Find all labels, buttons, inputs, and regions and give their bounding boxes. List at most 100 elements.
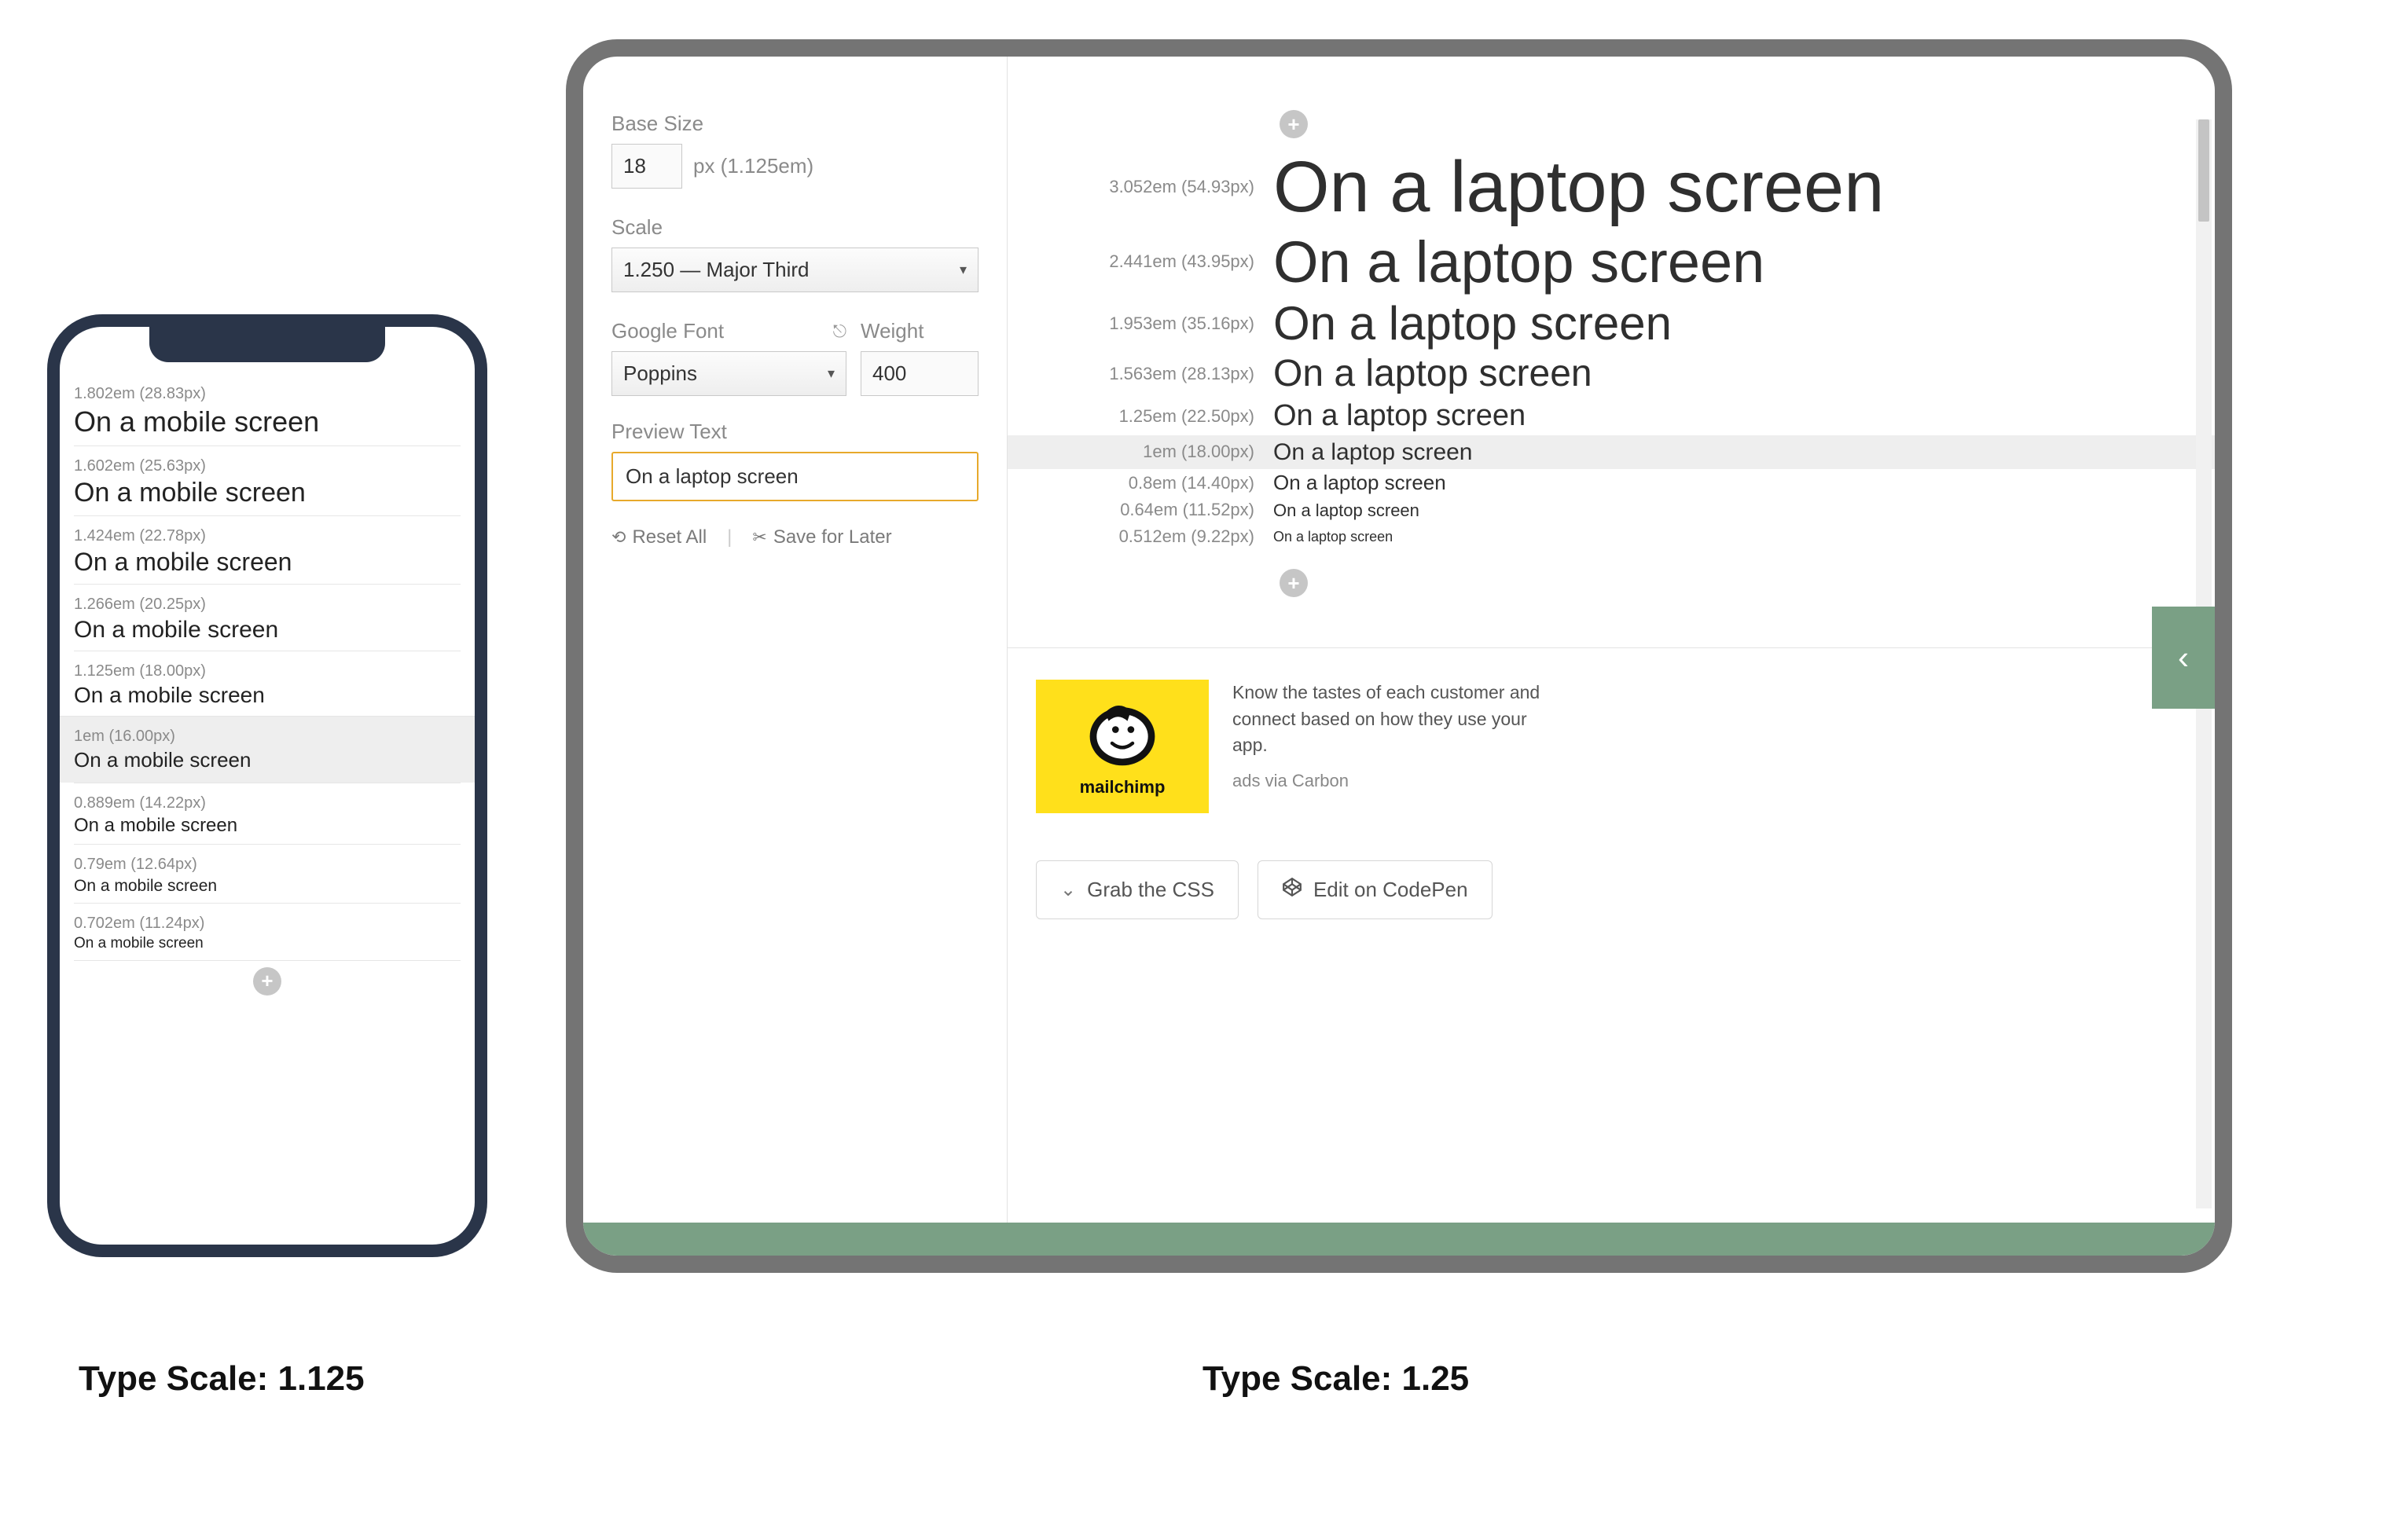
- grab-css-button[interactable]: ⌄ Grab the CSS: [1036, 860, 1239, 919]
- phone-frame: 1.802em (28.83px)On a mobile screen1.602…: [47, 314, 487, 1257]
- type-scale-sample: On a laptop screen: [1273, 232, 1764, 293]
- type-scale-sample: On a mobile screen: [74, 749, 461, 772]
- scale-label: Scale: [611, 215, 979, 240]
- type-scale-meta: 0.79em (12.64px): [74, 856, 461, 874]
- codepen-label: Edit on CodePen: [1313, 878, 1468, 902]
- add-size-below-button[interactable]: +: [74, 960, 461, 1002]
- type-scale-sample: On a laptop screen: [1273, 299, 1672, 348]
- type-scale-meta: 1.563em (28.13px): [1008, 364, 1254, 384]
- type-scale-row: 0.512em (9.22px) On a laptop screen: [1008, 523, 2215, 550]
- type-scale-row: 2.441em (43.95px) On a laptop screen: [1008, 229, 2215, 296]
- collapse-panel-tab[interactable]: ‹: [2152, 607, 2215, 709]
- type-scale-row: 1.125em (18.00px) On a mobile screen: [74, 651, 461, 716]
- weight-input[interactable]: 400: [861, 351, 979, 396]
- type-scale-row: 1.802em (28.83px) On a mobile screen: [74, 374, 461, 446]
- type-scale-rows: 3.052em (54.93px)On a laptop screen2.441…: [1008, 146, 2215, 550]
- type-scale-row: 3.052em (54.93px) On a laptop screen: [1008, 146, 2215, 229]
- save-for-later-button[interactable]: ✂ Save for Later: [752, 526, 891, 548]
- type-scale-meta: 0.512em (9.22px): [1008, 526, 1254, 547]
- type-scale-meta: 0.702em (11.24px): [74, 915, 461, 933]
- add-size-above-button[interactable]: +: [1280, 110, 1308, 138]
- type-scale-sample: On a mobile screen: [74, 406, 461, 438]
- type-scale-sample: On a laptop screen: [1273, 354, 1592, 394]
- type-scale-base-row: 1em (18.00px) On a laptop screen: [1008, 435, 2215, 470]
- base-size-input[interactable]: 18: [611, 144, 682, 189]
- type-scale-sample: On a laptop screen: [1273, 530, 1393, 544]
- controls-sidebar: Base Size 18 px (1.125em) Scale 1.250 — …: [583, 57, 1008, 1256]
- type-scale-meta: 2.441em (43.95px): [1008, 251, 1254, 272]
- chevron-down-icon: ▾: [828, 365, 835, 382]
- google-font-select[interactable]: Poppins ▾: [611, 351, 846, 396]
- preview-text-label: Preview Text: [611, 420, 979, 444]
- type-scale-row: 1.266em (20.25px) On a mobile screen: [74, 584, 461, 651]
- save-later-label: Save for Later: [773, 526, 892, 548]
- edit-on-codepen-button[interactable]: Edit on CodePen: [1258, 860, 1493, 919]
- type-scale-row: 1.25em (22.50px) On a laptop screen: [1008, 398, 2215, 435]
- tablet-caption: Type Scale: 1.25: [1202, 1359, 1469, 1399]
- weight-label: Weight: [861, 319, 979, 343]
- phone-content: 1.802em (28.83px)On a mobile screen1.602…: [60, 374, 475, 1245]
- ad-block[interactable]: mailchimp Know the tastes of each custom…: [1036, 680, 2215, 813]
- type-scale-sample: On a mobile screen: [74, 936, 461, 952]
- type-scale-meta: 1.602em (25.63px): [74, 457, 461, 475]
- bottom-band: [583, 1223, 2215, 1256]
- tablet-frame: Base Size 18 px (1.125em) Scale 1.250 — …: [566, 39, 2232, 1273]
- external-link-icon[interactable]: ⎋: [833, 321, 846, 342]
- type-scale-sample: On a mobile screen: [74, 617, 461, 643]
- type-scale-sample: On a laptop screen: [1273, 472, 1446, 493]
- mobile-caption: Type Scale: 1.125: [79, 1359, 365, 1399]
- type-scale-meta: 1em (16.00px): [74, 728, 461, 746]
- reset-all-label: Reset All: [632, 526, 707, 548]
- type-scale-meta: 1.802em (28.83px): [74, 385, 461, 403]
- type-scale-row: 1.563em (28.13px) On a laptop screen: [1008, 351, 2215, 397]
- type-scale-sample: On a mobile screen: [74, 877, 461, 895]
- ad-brand-label: mailchimp: [1080, 777, 1166, 798]
- ad-via-text: ads via Carbon: [1232, 771, 1562, 791]
- base-size-unit: px (1.125em): [693, 154, 813, 178]
- ad-copy-text: Know the tastes of each customer and con…: [1232, 680, 1562, 758]
- codepen-icon: [1282, 877, 1302, 903]
- phone-notch: [149, 327, 385, 362]
- type-scale-sample: On a laptop screen: [1273, 149, 1884, 226]
- type-scale-meta: 1.125em (18.00px): [74, 662, 461, 680]
- type-scale-row: 1.602em (25.63px) On a mobile screen: [74, 446, 461, 515]
- type-scale-row: 1.953em (35.16px) On a laptop screen: [1008, 295, 2215, 351]
- type-scale-meta: 1.25em (22.50px): [1008, 406, 1254, 427]
- type-scale-row: 0.79em (12.64px) On a mobile screen: [74, 844, 461, 903]
- type-scale-row: 0.702em (11.24px) On a mobile screen: [74, 903, 461, 960]
- add-size-below-button[interactable]: +: [1280, 569, 1308, 597]
- type-scale-sample: On a laptop screen: [1273, 401, 1526, 432]
- chevron-down-icon: ▾: [960, 262, 967, 278]
- type-scale-meta: 1.953em (35.16px): [1008, 314, 1254, 334]
- type-scale-base-row: 1em (16.00px) On a mobile screen: [60, 716, 475, 783]
- chevron-down-icon: ⌄: [1060, 878, 1076, 901]
- plus-icon: +: [253, 967, 281, 996]
- mailchimp-icon: [1079, 695, 1166, 772]
- type-scale-row: 1.424em (22.78px)On a mobile screen: [74, 515, 461, 584]
- type-scale-meta: 0.8em (14.40px): [1008, 473, 1254, 493]
- reset-icon: ⟲: [611, 527, 626, 548]
- type-scale-sample: On a laptop screen: [1273, 501, 1419, 519]
- divider: [1008, 647, 2187, 648]
- type-scale-preview: + 3.052em (54.93px)On a laptop screen2.4…: [1008, 57, 2215, 1256]
- reset-all-button[interactable]: ⟲ Reset All: [611, 526, 707, 548]
- preview-text-input[interactable]: On a laptop screen: [611, 452, 979, 501]
- type-scale-sample: On a laptop screen: [1273, 440, 1473, 465]
- base-size-label: Base Size: [611, 112, 979, 136]
- scale-select-value: 1.250 — Major Third: [623, 258, 810, 282]
- type-scale-meta: 1.424em (22.78px): [74, 527, 461, 545]
- type-scale-row: 0.889em (14.22px)On a mobile screen: [74, 783, 461, 844]
- tablet-inner: Base Size 18 px (1.125em) Scale 1.250 — …: [583, 57, 2215, 1256]
- scale-select[interactable]: 1.250 — Major Third ▾: [611, 248, 979, 292]
- type-scale-meta: 1em (18.00px): [1008, 442, 1254, 462]
- type-scale-sample: On a mobile screen: [74, 816, 461, 836]
- ad-logo: mailchimp: [1036, 680, 1209, 813]
- type-scale-meta: 3.052em (54.93px): [1008, 177, 1254, 197]
- type-scale-row: 0.64em (11.52px)On a laptop screen: [1008, 497, 2215, 523]
- google-font-value: Poppins: [623, 361, 697, 386]
- type-scale-sample: On a mobile screen: [74, 684, 461, 708]
- type-scale-sample: On a mobile screen: [74, 478, 461, 508]
- link-icon: ✂: [752, 527, 766, 548]
- type-scale-meta: 1.266em (20.25px): [74, 596, 461, 614]
- type-scale-row: 0.8em (14.40px) On a laptop screen: [1008, 469, 2215, 497]
